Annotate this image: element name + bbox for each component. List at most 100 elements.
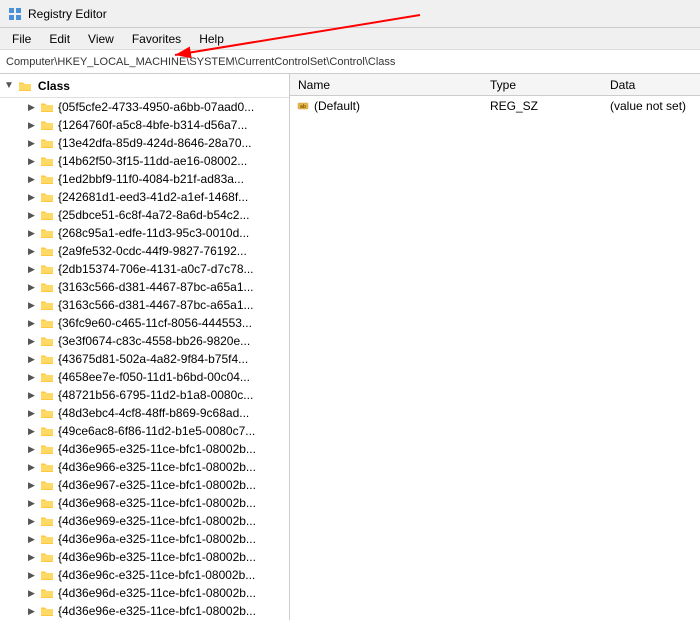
tree-node[interactable]: ▶ {05f5cfe2-4733-4950-a6bb-07aad0... xyxy=(0,98,289,116)
tree-node[interactable]: ▶ {25dbce51-6c8f-4a72-8a6d-b54c2... xyxy=(0,206,289,224)
tree-node-label: {4d36e96d-e325-11ce-bfc1-08002b... xyxy=(58,586,256,600)
tree-node[interactable]: ▶ {49ce6ac8-6f86-11d2-b1e5-0080c7... xyxy=(0,422,289,440)
folder-icon xyxy=(40,208,54,222)
tree-node[interactable]: ▶ {242681d1-eed3-41d2-a1ef-1468f... xyxy=(0,188,289,206)
tree-node-label: {4d36e96a-e325-11ce-bfc1-08002b... xyxy=(58,532,256,546)
chevron-right-icon: ▶ xyxy=(28,318,38,329)
chevron-right-icon: ▶ xyxy=(28,480,38,491)
folder-icon xyxy=(40,280,54,294)
tree-node[interactable]: ▶ {4d36e96c-e325-11ce-bfc1-08002b... xyxy=(0,566,289,584)
tree-node-label: {48721b56-6795-11d2-b1a8-0080c... xyxy=(58,388,253,402)
tree-node-label: {3163c566-d381-4467-87bc-a65a1... xyxy=(58,298,254,312)
tree-node[interactable]: ▶ {36fc9e60-c465-11cf-8056-444553... xyxy=(0,314,289,332)
reg-type-cell: REG_SZ xyxy=(490,99,610,113)
tree-node[interactable]: ▶ {3163c566-d381-4467-87bc-a65a1... xyxy=(0,278,289,296)
tree-node-label: {25dbce51-6c8f-4a72-8a6d-b54c2... xyxy=(58,208,249,222)
tree-node-label: {2a9fe532-0cdc-44f9-9827-76192... xyxy=(58,244,247,258)
chevron-right-icon: ▶ xyxy=(28,444,38,455)
tree-node-label: {4d36e969-e325-11ce-bfc1-08002b... xyxy=(58,514,256,528)
folder-icon xyxy=(40,406,54,420)
folder-icon xyxy=(40,370,54,384)
title-bar: Registry Editor xyxy=(0,0,700,28)
tree-node[interactable]: ▶ {2db15374-706e-4131-a0c7-d7c78... xyxy=(0,260,289,278)
chevron-right-icon: ▶ xyxy=(28,156,38,167)
col-header-type: Type xyxy=(490,78,610,92)
tree-node-label: {49ce6ac8-6f86-11d2-b1e5-0080c7... xyxy=(58,424,255,438)
tree-node[interactable]: ▶ {1ed2bbf9-11f0-4084-b21f-ad83a... xyxy=(0,170,289,188)
tree-node-label: {4d36e968-e325-11ce-bfc1-08002b... xyxy=(58,496,256,510)
folder-icon xyxy=(40,136,54,150)
tree-node-label: {4d36e96e-e325-11ce-bfc1-08002b... xyxy=(58,604,256,618)
tree-node[interactable]: ▶ {4d36e96b-e325-11ce-bfc1-08002b... xyxy=(0,548,289,566)
chevron-right-icon: ▶ xyxy=(28,426,38,437)
tree-panel[interactable]: ▼ Class ▶ {05f5cfe2-4733-4950-a6bb-07aad… xyxy=(0,74,290,620)
tree-node-label: {3e3f0674-c83c-4558-bb26-9820e... xyxy=(58,334,250,348)
folder-icon xyxy=(40,550,54,564)
tree-node-label: {36fc9e60-c465-11cf-8056-444553... xyxy=(58,316,252,330)
folder-icon xyxy=(40,604,54,618)
tree-node-label: {4d36e96b-e325-11ce-bfc1-08002b... xyxy=(58,550,256,564)
tree-node[interactable]: ▶ {43675d81-502a-4a82-9f84-b75f4... xyxy=(0,350,289,368)
chevron-right-icon: ▶ xyxy=(28,138,38,149)
folder-icon xyxy=(40,154,54,168)
chevron-right-icon: ▶ xyxy=(28,246,38,257)
menu-view[interactable]: View xyxy=(80,30,122,48)
tree-node[interactable]: ▶ {2a9fe532-0cdc-44f9-9827-76192... xyxy=(0,242,289,260)
tree-node[interactable]: ▶ {13e42dfa-85d9-424d-8646-28a70... xyxy=(0,134,289,152)
folder-icon xyxy=(40,568,54,582)
folder-icon xyxy=(40,514,54,528)
tree-node[interactable]: ▶ {4d36e96a-e325-11ce-bfc1-08002b... xyxy=(0,530,289,548)
tree-nodes: ▶ {05f5cfe2-4733-4950-a6bb-07aad0...▶ {1… xyxy=(0,98,289,620)
menu-edit[interactable]: Edit xyxy=(41,30,78,48)
folder-icon xyxy=(40,460,54,474)
folder-icon xyxy=(40,424,54,438)
chevron-right-icon: ▶ xyxy=(28,462,38,473)
tree-node-label: {1ed2bbf9-11f0-4084-b21f-ad83a... xyxy=(58,172,244,186)
menu-file[interactable]: File xyxy=(4,30,39,48)
address-path: Computer\HKEY_LOCAL_MACHINE\SYSTEM\Curre… xyxy=(6,56,395,68)
tree-node-label: {4658ee7e-f050-11d1-b6bd-00c04... xyxy=(58,370,250,384)
tree-node[interactable]: ▶ {4d36e966-e325-11ce-bfc1-08002b... xyxy=(0,458,289,476)
chevron-right-icon: ▶ xyxy=(28,102,38,113)
tree-node[interactable]: ▶ {14b62f50-3f15-11dd-ae16-08002... xyxy=(0,152,289,170)
app-icon xyxy=(8,7,22,21)
tree-node[interactable]: ▶ {4d36e965-e325-11ce-bfc1-08002b... xyxy=(0,440,289,458)
chevron-right-icon: ▶ xyxy=(28,300,38,311)
tree-node[interactable]: ▶ {4d36e969-e325-11ce-bfc1-08002b... xyxy=(0,512,289,530)
tree-node[interactable]: ▶ {48721b56-6795-11d2-b1a8-0080c... xyxy=(0,386,289,404)
tree-root-node[interactable]: ▼ Class xyxy=(0,74,289,98)
folder-icon xyxy=(40,244,54,258)
address-bar: Computer\HKEY_LOCAL_MACHINE\SYSTEM\Curre… xyxy=(0,50,700,74)
chevron-right-icon: ▶ xyxy=(28,516,38,527)
reg-data-cell: (value not set) xyxy=(610,99,700,113)
menu-favorites[interactable]: Favorites xyxy=(124,30,189,48)
menu-bar: File Edit View Favorites Help xyxy=(0,28,700,50)
tree-node[interactable]: ▶ {268c95a1-edfe-11d3-95c3-0010d... xyxy=(0,224,289,242)
folder-icon xyxy=(40,118,54,132)
tree-node-label: {4d36e967-e325-11ce-bfc1-08002b... xyxy=(58,478,256,492)
folder-icon xyxy=(40,298,54,312)
tree-node[interactable]: ▶ {3163c566-d381-4467-87bc-a65a1... xyxy=(0,296,289,314)
tree-node[interactable]: ▶ {4d36e96d-e325-11ce-bfc1-08002b... xyxy=(0,584,289,602)
tree-node-label: {268c95a1-edfe-11d3-95c3-0010d... xyxy=(58,226,249,240)
chevron-right-icon: ▶ xyxy=(28,408,38,419)
tree-node[interactable]: ▶ {4d36e96e-e325-11ce-bfc1-08002b... xyxy=(0,602,289,620)
main-area: ▼ Class ▶ {05f5cfe2-4733-4950-a6bb-07aad… xyxy=(0,74,700,620)
right-panel: Name Type Data ab (Default) xyxy=(290,74,700,620)
tree-node[interactable]: ▶ {48d3ebc4-4cf8-48ff-b869-9c68ad... xyxy=(0,404,289,422)
folder-icon xyxy=(40,388,54,402)
tree-node[interactable]: ▶ {4658ee7e-f050-11d1-b6bd-00c04... xyxy=(0,368,289,386)
menu-help[interactable]: Help xyxy=(191,30,232,48)
tree-node-label: {1264760f-a5c8-4bfe-b314-d56a7... xyxy=(58,118,248,132)
folder-icon xyxy=(40,586,54,600)
tree-node-label: {2db15374-706e-4131-a0c7-d7c78... xyxy=(58,262,254,276)
registry-row[interactable]: ab (Default) REG_SZ (value not set) xyxy=(290,96,700,116)
tree-node[interactable]: ▶ {4d36e968-e325-11ce-bfc1-08002b... xyxy=(0,494,289,512)
tree-node[interactable]: ▶ {3e3f0674-c83c-4558-bb26-9820e... xyxy=(0,332,289,350)
col-header-data: Data xyxy=(610,78,700,92)
folder-icon xyxy=(40,190,54,204)
chevron-right-icon: ▶ xyxy=(28,534,38,545)
folder-icon xyxy=(40,352,54,366)
tree-node[interactable]: ▶ {4d36e967-e325-11ce-bfc1-08002b... xyxy=(0,476,289,494)
tree-node[interactable]: ▶ {1264760f-a5c8-4bfe-b314-d56a7... xyxy=(0,116,289,134)
